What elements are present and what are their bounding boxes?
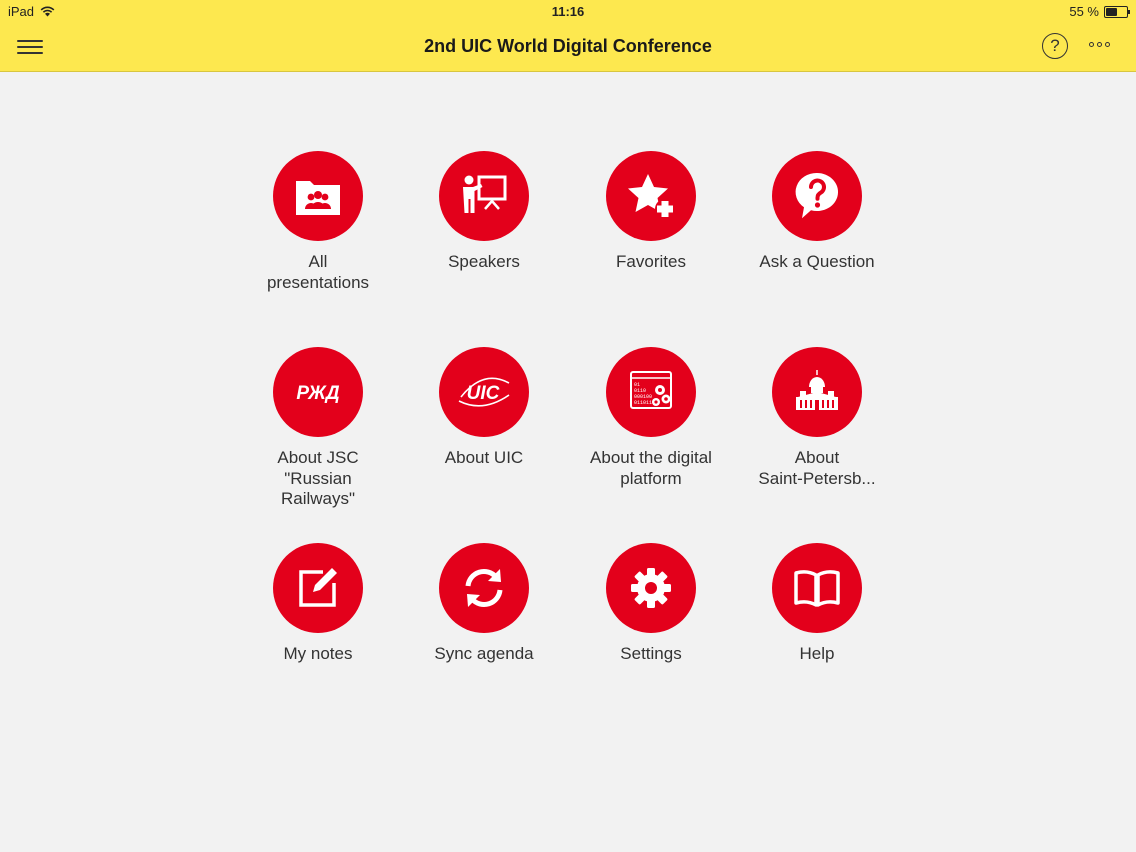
status-right: 55 % [1069, 4, 1130, 19]
gear-icon [631, 568, 671, 608]
tile-label: All presentations [266, 252, 370, 292]
tile-icon-circle: 01 0110 000100 0110110 [606, 347, 696, 437]
tile-about-digital-platform[interactable]: 01 0110 000100 0110110 About the digital… [576, 347, 726, 489]
sync-icon [465, 569, 503, 607]
tile-label: About UIC [444, 448, 524, 467]
tile-ask-question[interactable]: Ask a Question [742, 151, 892, 273]
tile-label: My notes [283, 644, 353, 663]
speaker-presenter-icon [463, 175, 507, 213]
svg-text:01 0110 000100: 01 0110 000100 0110110 [634, 382, 655, 406]
binary-line: 0110110 [634, 400, 655, 406]
tile-label: Settings [620, 644, 682, 663]
open-book-icon [794, 570, 840, 607]
tile-my-notes[interactable]: My notes [243, 543, 393, 665]
tile-all-presentations[interactable]: All presentations [243, 151, 393, 293]
uic-logo-icon: UIC [458, 377, 510, 407]
tile-icon-circle [439, 543, 529, 633]
question-bubble-icon [795, 172, 839, 219]
star-plus-icon [628, 174, 675, 219]
tile-label: Sync agenda [434, 644, 534, 663]
more-dots-icon[interactable] [1089, 42, 1110, 47]
tile-icon-circle [772, 347, 862, 437]
tile-sync-agenda[interactable]: Sync agenda [409, 543, 559, 665]
tile-label: Help [799, 644, 835, 663]
battery-icon [1104, 5, 1130, 18]
tile-icon-circle [772, 543, 862, 633]
tile-about-saint-petersburg[interactable]: About Saint-Petersb... [742, 347, 892, 489]
tile-favorites[interactable]: Favorites [576, 151, 726, 273]
rzd-logo-icon: РЖД [296, 383, 340, 404]
tile-icon-circle: UIC [439, 347, 529, 437]
app-header: iPad 11:16 55 % 2nd UIC World Digital Co… [0, 0, 1136, 72]
tile-label: Ask a Question [759, 252, 875, 271]
tile-icon-circle [606, 543, 696, 633]
status-bar: iPad 11:16 55 % [0, 0, 1136, 22]
page-title: 2nd UIC World Digital Conference [424, 36, 712, 56]
tile-icon-circle [439, 151, 529, 241]
battery-percent: 55 % [1069, 4, 1099, 19]
question-circle-icon[interactable]: ? [1042, 33, 1068, 59]
uic-logo-text: UIC [467, 383, 500, 404]
cathedral-icon [796, 370, 838, 410]
digital-platform-icon: 01 0110 000100 0110110 [630, 371, 672, 409]
rzd-logo-text: РЖД [296, 383, 340, 404]
tile-label: About JSC "Russian Railways" [277, 448, 359, 508]
tile-settings[interactable]: Settings [576, 543, 726, 665]
tile-icon-circle: РЖД [273, 347, 363, 437]
tile-label: Favorites [616, 252, 686, 271]
presentations-folder-icon [296, 181, 340, 215]
tile-help[interactable]: Help [742, 543, 892, 665]
tile-icon-circle [772, 151, 862, 241]
tile-label: Speakers [448, 252, 520, 271]
tile-speakers[interactable]: Speakers [409, 151, 559, 273]
tile-icon-circle [273, 543, 363, 633]
tile-about-uic[interactable]: UIC About UIC [409, 347, 559, 469]
tile-label: About the digital platform [590, 448, 712, 488]
tile-icon-circle [273, 151, 363, 241]
tile-label: About Saint-Petersb... [758, 448, 876, 488]
tile-about-rzd[interactable]: РЖД About JSC "Russian Railways" [243, 347, 393, 510]
edit-note-icon [299, 568, 337, 607]
clock: 11:16 [551, 4, 585, 19]
tile-icon-circle [606, 151, 696, 241]
